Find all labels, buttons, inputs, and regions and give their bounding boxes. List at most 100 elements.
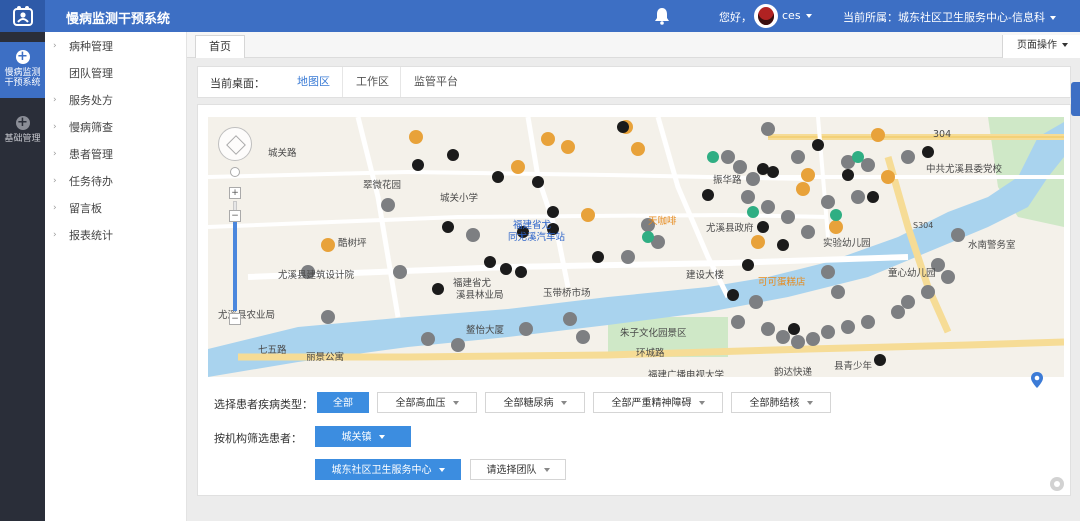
location-pin-icon[interactable] <box>1028 371 1046 389</box>
zoom-out-icon[interactable]: − <box>229 313 241 325</box>
button-label: 全部严重精神障碍 <box>611 398 692 409</box>
desk-switcher: 当前桌面： 地图区 工作区 监管平台 <box>197 66 1071 98</box>
sidebar-item-tasks[interactable]: › 任务待办 <box>45 168 186 195</box>
desk-tab-map[interactable]: 地图区 <box>284 67 343 97</box>
map-panel: 翠微花园 城关小学 酷树坪 尤溪县建筑设计院 尤溪县农业局 福建省尤 溪县林业局… <box>197 104 1071 496</box>
map-label: 尤溪县建筑设计院 <box>278 270 355 281</box>
sidebar-item-label: 团队管理 <box>69 67 113 80</box>
sidebar-item-prescription[interactable]: › 服务处方 <box>45 87 186 114</box>
zoom-slider-handle[interactable]: − <box>229 210 241 222</box>
map-label: 童心幼儿园 <box>888 268 936 279</box>
tab-home[interactable]: 首页 <box>195 35 245 58</box>
chevron-right-icon: › <box>53 149 57 159</box>
map-label: 环城路 <box>636 348 665 359</box>
sidebar-item-label: 慢病筛查 <box>69 121 113 134</box>
desk-tab-supervision[interactable]: 监管平台 <box>400 67 471 97</box>
page-ops-menu[interactable]: 页面操作 <box>1002 35 1080 58</box>
chevron-right-icon: › <box>53 95 57 105</box>
map-label: 水南警务室 <box>968 240 1016 251</box>
desk-tab-work[interactable]: 工作区 <box>342 67 402 97</box>
username: ces <box>782 9 801 22</box>
sidebar-item-team[interactable]: 团队管理 <box>45 60 186 87</box>
map-label: 城关小学 <box>440 193 479 204</box>
patient-map[interactable]: 翠微花园 城关小学 酷树坪 尤溪县建筑设计院 尤溪县农业局 福建省尤 溪县林业局… <box>208 117 1064 377</box>
sidebar-item-screening[interactable]: › 慢病筛查 <box>45 114 186 141</box>
side-toggle-tab[interactable] <box>1071 82 1080 116</box>
button-label: 全部糖尿病 <box>503 398 554 409</box>
filter-diabetes-dropdown[interactable]: 全部糖尿病 <box>485 392 585 413</box>
sidebar: › 病种管理 团队管理 › 服务处方 › 慢病筛查 › 患者管理 › 任务待办 › 留言板 … <box>45 32 187 521</box>
map-label: S304 <box>913 221 934 230</box>
chevron-down-icon <box>1049 16 1056 20</box>
module-rail: + 慢病监测 干预系统 + 基础管理 <box>0 32 45 521</box>
sidebar-item-patients[interactable]: › 患者管理 <box>45 141 186 168</box>
org-label: 当前所属：城东社区卫生服务中心-信息科 <box>843 11 1045 24</box>
chevron-down-icon <box>560 401 567 405</box>
chevron-down-icon <box>452 401 459 405</box>
health-center-select[interactable]: 城东社区卫生服务中心 <box>315 459 461 480</box>
rail-item-chronic-disease[interactable]: + 慢病监测 干预系统 <box>0 42 45 98</box>
button-label: 全部肺结核 <box>749 398 800 409</box>
logo[interactable] <box>0 0 45 32</box>
map-label: 玉带桥市场 <box>543 288 591 299</box>
filter-all-button[interactable]: 全部 <box>317 392 369 413</box>
team-select[interactable]: 请选择团队 <box>470 459 566 480</box>
rail-label: 干预系统 <box>4 78 41 88</box>
sidebar-item-messages[interactable]: › 留言板 <box>45 195 186 222</box>
rail-label: 慢病监测 <box>4 68 41 78</box>
chevron-down-icon <box>805 14 812 18</box>
map-label: 可可蛋糕店 <box>758 277 806 288</box>
filter-mental-disorder-dropdown[interactable]: 全部严重精神障碍 <box>593 392 723 413</box>
chevron-right-icon: › <box>53 176 57 186</box>
chevron-right-icon: › <box>53 230 57 240</box>
button-label: 全部高血压 <box>395 398 446 409</box>
map-label: 同尤溪汽车站 <box>508 232 566 243</box>
button-label: 城东社区卫生服务中心 <box>331 465 432 476</box>
people-network-icon <box>12 6 33 26</box>
map-label: 振华路 <box>713 175 742 186</box>
map-label: 翠微花园 <box>363 180 402 191</box>
town-select[interactable]: 城关镇 <box>315 426 411 447</box>
sidebar-item-label: 任务待办 <box>69 175 113 188</box>
map-label: 福建广播电视大学 <box>648 370 725 377</box>
map-label: 实验幼儿园 <box>823 238 871 249</box>
chevron-down-icon <box>806 401 813 405</box>
org-selector[interactable]: 当前所属：城东社区卫生服务中心-信息科 <box>843 9 1056 25</box>
zoom-in-icon[interactable]: + <box>229 187 241 199</box>
button-label: 全部 <box>333 398 353 409</box>
sidebar-item-disease[interactable]: › 病种管理 <box>45 33 186 60</box>
rail-item-basic-management[interactable]: + 基础管理 <box>0 116 45 156</box>
filter-tuberculosis-dropdown[interactable]: 全部肺结核 <box>731 392 831 413</box>
user-menu[interactable]: ces <box>782 9 812 22</box>
map-label: 建设大楼 <box>686 270 725 281</box>
map-label: 县青少年 <box>834 361 873 372</box>
sidebar-item-reports[interactable]: › 报表统计 <box>45 222 186 249</box>
map-label: 朱子文化园景区 <box>620 328 687 339</box>
chevron-down-icon <box>698 401 705 405</box>
tab-bar: 首页 页面操作 <box>187 32 1080 58</box>
top-bar: 慢病监测干预系统 您好， ces 当前所属：城东社区卫生服务中心-信息科 <box>0 0 1080 32</box>
map-label: 鳌怡大厦 <box>466 325 505 336</box>
bell-icon[interactable] <box>654 7 670 25</box>
zoom-reset-icon[interactable] <box>230 167 240 177</box>
map-label: 溪县林业局 <box>456 290 504 301</box>
chevron-right-icon: › <box>53 122 57 132</box>
sidebar-item-label: 报表统计 <box>69 229 113 242</box>
zoom-slider-fill <box>233 217 237 311</box>
button-label: 请选择团队 <box>486 465 537 476</box>
desk-label: 当前桌面： <box>210 77 265 90</box>
map-label: 中共尤溪县委党校 <box>926 164 1003 175</box>
chevron-down-icon <box>1062 43 1068 47</box>
gear-icon[interactable] <box>1050 477 1064 491</box>
chevron-right-icon: › <box>53 41 57 51</box>
sidebar-item-label: 服务处方 <box>69 94 113 107</box>
map-label: 天咖啡 <box>648 216 677 227</box>
chevron-down-icon <box>438 468 445 472</box>
org-filter-label: 按机构筛选患者： <box>214 432 302 445</box>
map-label: 韵达快递 <box>774 367 813 377</box>
avatar[interactable] <box>754 4 778 28</box>
pan-control-icon[interactable] <box>218 127 252 161</box>
filter-hypertension-dropdown[interactable]: 全部高血压 <box>377 392 477 413</box>
map-label: 七五路 <box>258 345 287 356</box>
sidebar-item-label: 留言板 <box>69 202 102 215</box>
